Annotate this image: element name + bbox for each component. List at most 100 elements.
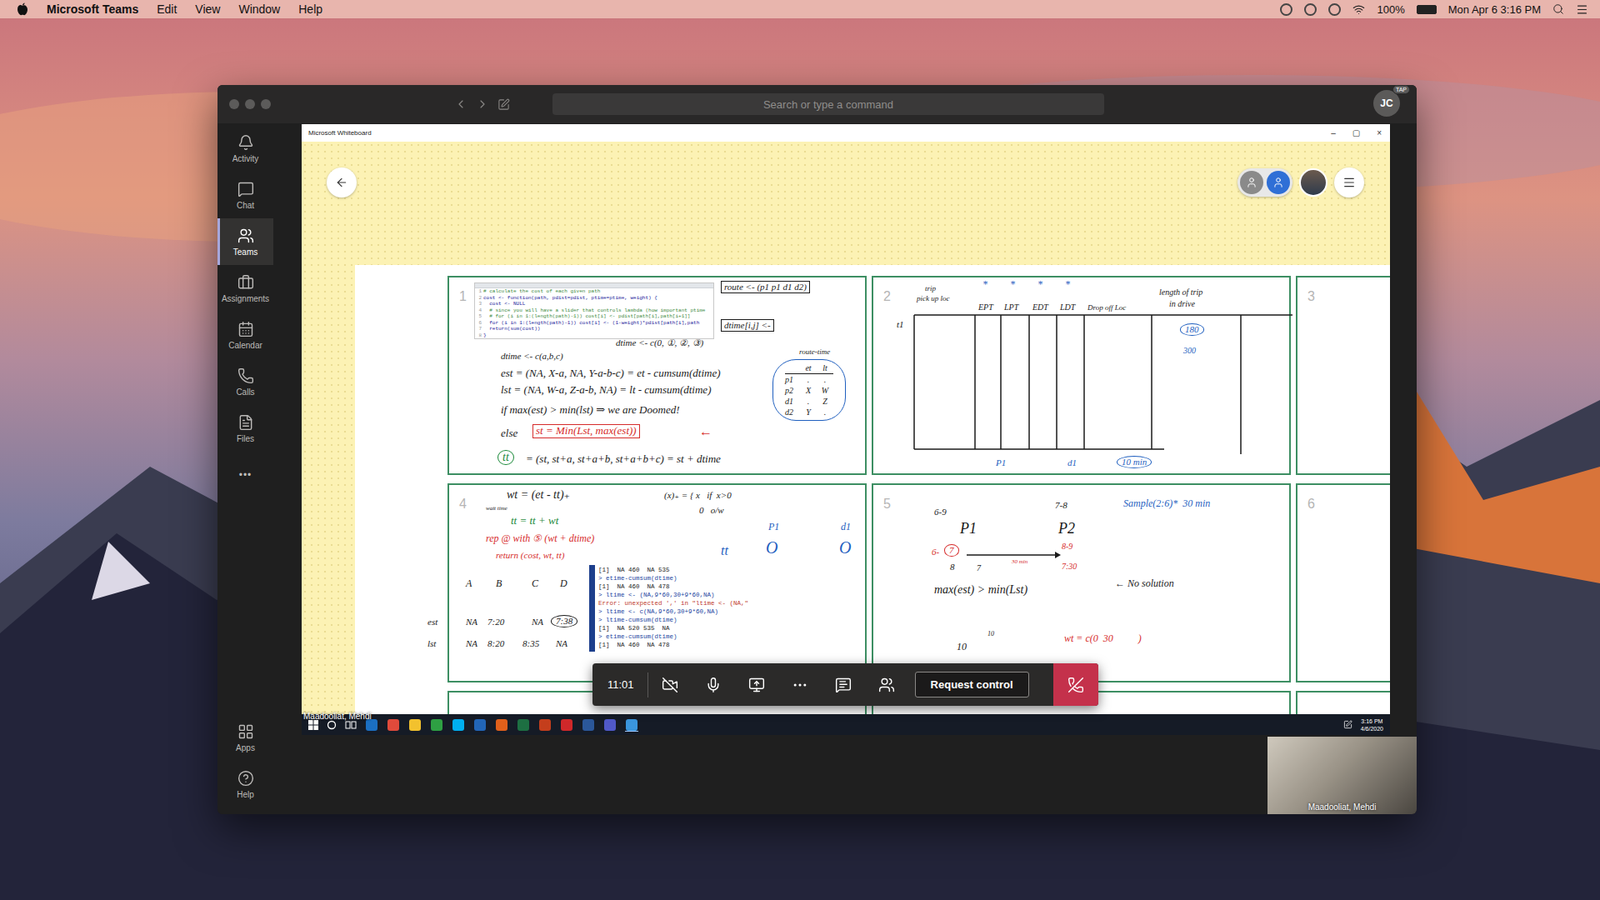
pen-icon[interactable] (1343, 720, 1353, 730)
handwritten-note[interactable]: 7-8 (1055, 500, 1068, 511)
handwritten-note[interactable]: 8:20 (487, 638, 505, 650)
handwritten-note[interactable]: EDT (1032, 302, 1049, 313)
handwritten-note[interactable]: st = Min(Lst, max(est)) (532, 424, 640, 439)
handwritten-note[interactable]: LDT (1060, 302, 1075, 313)
handwritten-note[interactable]: 30 min (1011, 558, 1028, 565)
participant-video[interactable]: Maadooliat, Mehdi (1267, 736, 1417, 815)
handwritten-note[interactable]: 10 (956, 641, 967, 654)
taskbar-app-icon[interactable] (603, 718, 617, 732)
handwritten-note[interactable]: 180 (1180, 323, 1205, 336)
taskbar-app-icon[interactable] (538, 718, 552, 732)
taskbar-app-icon[interactable] (386, 718, 400, 732)
handwritten-note[interactable]: 7:38 (550, 615, 578, 628)
camera-button[interactable] (648, 663, 692, 706)
handwritten-note[interactable]: d1 (1067, 457, 1077, 469)
rail-item[interactable]: Activity (217, 125, 274, 172)
rail-item[interactable]: Apps (217, 714, 274, 761)
search-circle-icon[interactable] (326, 720, 337, 730)
whiteboard-panel[interactable]: 6 (1295, 483, 1390, 683)
rail-item[interactable]: Calls (217, 358, 274, 405)
window-control[interactable]: – (1330, 128, 1336, 138)
share-toggle[interactable] (1237, 168, 1293, 197)
status-icon[interactable] (1304, 3, 1317, 16)
profile[interactable]: JCTAP (1373, 90, 1402, 119)
back-button[interactable] (326, 167, 357, 198)
handwritten-note[interactable]: 10 (987, 630, 995, 638)
handwritten-note[interactable]: 300 (1183, 345, 1196, 356)
handwritten-note[interactable]: 8-9 (1061, 541, 1073, 552)
handwritten-note[interactable]: lst (427, 638, 436, 650)
handwritten-note[interactable]: * (1010, 279, 1015, 291)
handwritten-note[interactable]: return (cost, wt, tt) (495, 550, 565, 561)
handwritten-note[interactable]: 8:35 (522, 638, 540, 650)
participants-button[interactable] (865, 663, 909, 706)
menu-item[interactable]: Help (298, 2, 323, 16)
whiteboard-canvas[interactable]: 11# calculate the cost of each given pat… (355, 265, 1390, 715)
handwritten-note[interactable]: 7:20 (487, 616, 505, 628)
battery-icon[interactable] (1416, 5, 1437, 15)
compose-icon[interactable] (497, 98, 510, 111)
handwritten-note[interactable]: P2 (1058, 520, 1075, 538)
taskbar-app-icon[interactable] (473, 718, 487, 732)
handwritten-note[interactable]: dtime <- c(0, ①, ②, ③) (615, 337, 704, 349)
taskbar-app-icon[interactable] (430, 718, 444, 732)
close-button[interactable] (229, 99, 240, 110)
status-icon[interactable] (1280, 3, 1293, 16)
handwritten-note[interactable]: 7 (944, 544, 960, 557)
handwritten-note[interactable]: dtime <- c(a,b,c) (500, 350, 564, 362)
rail-more[interactable]: ••• (217, 451, 274, 499)
handwritten-note[interactable]: wt = c(0 30 ) (1064, 633, 1142, 645)
taskbar-app-icon[interactable] (451, 718, 465, 732)
handwritten-note[interactable]: if max(est) > min(lst) ⇒ we are Doomed! (500, 404, 680, 417)
handwritten-note[interactable]: P1 (960, 520, 977, 538)
handwritten-note[interactable]: 6- (931, 546, 940, 558)
taskbar-app-icon[interactable] (560, 718, 574, 732)
handwritten-note[interactable]: * (1065, 279, 1070, 291)
mic-button[interactable] (691, 663, 735, 706)
rail-item[interactable]: Calendar (217, 311, 274, 359)
taskbar-app-icon[interactable] (495, 718, 509, 732)
whiteboard-panel[interactable]: 2trippick up locEPTLPTEDTLDTDrop off Loc… (871, 275, 1291, 475)
minimize-button[interactable] (245, 99, 255, 110)
menu-item[interactable]: Window (238, 2, 280, 16)
taskbar-app-icon[interactable] (625, 718, 639, 732)
more-button[interactable] (778, 663, 822, 706)
handwritten-note[interactable]: A (465, 578, 472, 590)
handwritten-note[interactable]: 6-9 (934, 506, 947, 518)
handwritten-note[interactable]: NA (465, 638, 478, 650)
handwritten-note[interactable]: wt = (et - tt)₊ (506, 488, 570, 502)
menu-button[interactable] (1334, 167, 1365, 198)
rail-item[interactable]: Teams (217, 218, 274, 265)
taskbar-app-icon[interactable] (581, 718, 595, 732)
handwritten-note[interactable]: ← No solution (1115, 578, 1175, 590)
handwritten-note[interactable]: B (495, 578, 502, 590)
handwritten-note[interactable]: est = (NA, X-a, NA, Y-a-b-c) = et - cums… (500, 367, 721, 380)
zoom-button[interactable] (260, 99, 271, 110)
status-icon[interactable] (1328, 3, 1341, 16)
notification-center-icon[interactable] (1575, 3, 1589, 16)
handwritten-note[interactable]: LPT (1004, 302, 1019, 313)
handwritten-note[interactable]: pick up loc (916, 294, 950, 303)
handwritten-note[interactable]: = (st, st+a, st+a+b, st+a+b+c) = st + dt… (525, 453, 721, 466)
back-icon[interactable] (454, 97, 468, 111)
handwritten-note[interactable]: * (982, 279, 988, 291)
handwritten-note[interactable]: est (427, 616, 438, 628)
forward-icon[interactable] (475, 97, 490, 111)
handwritten-note[interactable]: tt (497, 450, 515, 465)
handwritten-note[interactable]: lst = (NA, W-a, Z-a-b, NA) = lt - cumsum… (500, 384, 711, 397)
taskbar-clock[interactable]: 3:16 PM4/6/2020 (1360, 717, 1384, 733)
handwritten-note[interactable]: wait time (485, 505, 508, 512)
whiteboard-panel[interactable]: 4[1] NA 460 NA 535> etime-cumsum(dtime)[… (447, 483, 867, 683)
windows-logo-icon[interactable] (308, 720, 319, 730)
handwritten-note[interactable]: route-time (799, 347, 830, 356)
handwritten-note[interactable]: t1 (896, 319, 905, 330)
handwritten-note[interactable]: P1 (768, 521, 780, 534)
taskbar-app-icon[interactable] (516, 718, 530, 732)
handwritten-note[interactable]: else (500, 427, 518, 440)
handwritten-note[interactable]: 10 min (1116, 455, 1152, 469)
window-control[interactable]: ▢ (1352, 128, 1360, 138)
taskbar-app-icon[interactable] (408, 718, 422, 732)
whiteboard-panel[interactable]: 56-9P17-8P2Sample(2:6)* 30 min6-730 min8… (871, 483, 1291, 683)
rail-item[interactable]: Files (217, 405, 274, 452)
handwritten-note[interactable]: NA (555, 638, 568, 650)
